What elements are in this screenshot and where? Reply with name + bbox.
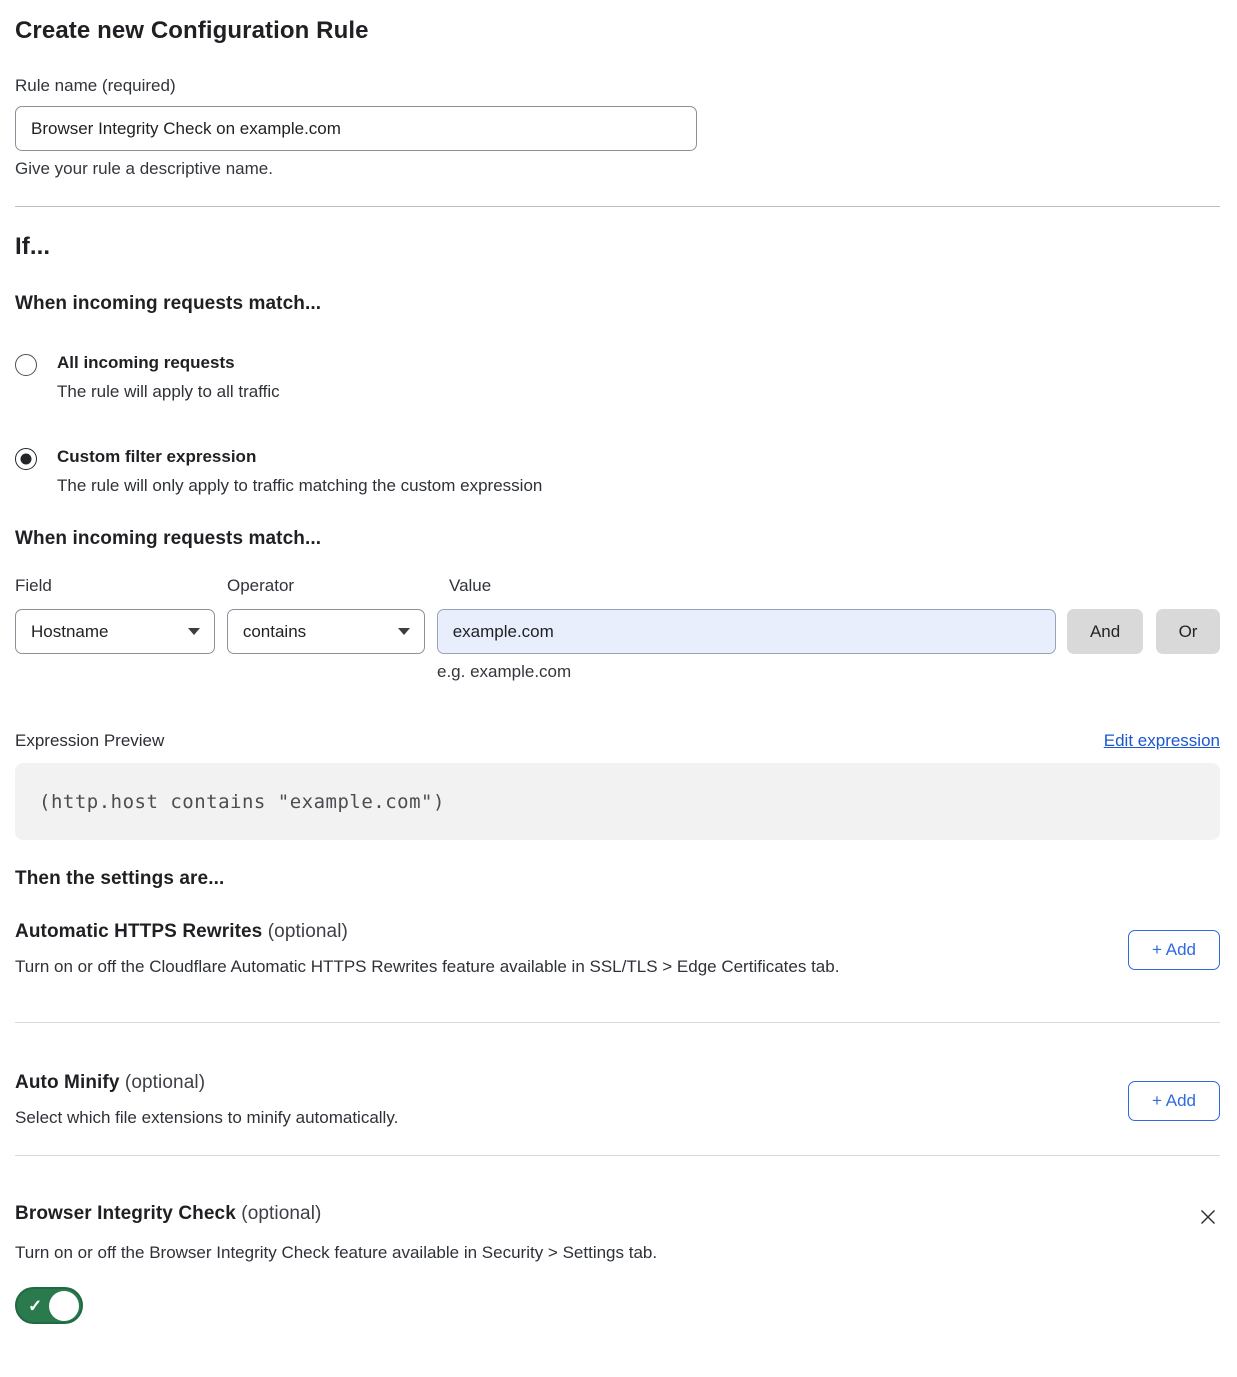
rule-name-input[interactable] bbox=[15, 106, 697, 151]
toggle-knob bbox=[49, 1291, 79, 1321]
chevron-down-icon bbox=[398, 628, 410, 635]
operator-select-value: contains bbox=[243, 622, 306, 642]
radio-option-all-incoming-requests[interactable]: All incoming requests The rule will appl… bbox=[15, 353, 1220, 402]
radio-description: The rule will only apply to traffic matc… bbox=[57, 476, 542, 496]
setting-section-auto-minify: Auto Minify (optional) Select which file… bbox=[15, 1072, 1220, 1156]
field-select[interactable]: Hostname bbox=[15, 609, 215, 654]
or-button[interactable]: Or bbox=[1156, 609, 1220, 654]
setting-title: Automatic HTTPS Rewrites (optional) bbox=[15, 921, 839, 943]
radio-label: All incoming requests bbox=[57, 353, 280, 373]
browser-integrity-check-toggle[interactable]: ✓ bbox=[15, 1287, 83, 1324]
rule-name-group: Rule name (required) Give your rule a de… bbox=[15, 76, 1220, 179]
optional-tag: (optional) bbox=[241, 1203, 321, 1224]
optional-tag: (optional) bbox=[268, 921, 348, 942]
radio-description: The rule will apply to all traffic bbox=[57, 382, 280, 402]
field-select-value: Hostname bbox=[31, 622, 108, 642]
optional-tag: (optional) bbox=[125, 1072, 205, 1093]
setting-title: Auto Minify (optional) bbox=[15, 1072, 398, 1094]
section-divider bbox=[15, 1155, 1220, 1156]
and-button[interactable]: And bbox=[1067, 609, 1143, 654]
operator-select[interactable]: contains bbox=[227, 609, 425, 654]
setting-section-automatic-https-rewrites: Automatic HTTPS Rewrites (optional) Turn… bbox=[15, 921, 1220, 1023]
add-automatic-https-rewrites-button[interactable]: + Add bbox=[1128, 930, 1220, 970]
radio-option-custom-filter-expression[interactable]: Custom filter expression The rule will o… bbox=[15, 447, 1220, 496]
filter-heading: When incoming requests match... bbox=[15, 528, 1220, 550]
chevron-down-icon bbox=[188, 628, 200, 635]
page-title: Create new Configuration Rule bbox=[15, 16, 1220, 46]
add-auto-minify-button[interactable]: + Add bbox=[1128, 1081, 1220, 1121]
match-heading: When incoming requests match... bbox=[15, 293, 1220, 315]
setting-description: Turn on or off the Browser Integrity Che… bbox=[15, 1242, 1220, 1263]
setting-description: Select which file extensions to minify a… bbox=[15, 1107, 398, 1128]
setting-section-browser-integrity-check: Browser Integrity Check (optional) Turn … bbox=[15, 1203, 1220, 1329]
close-icon bbox=[1198, 1207, 1218, 1227]
rule-name-help: Give your rule a descriptive name. bbox=[15, 159, 1220, 179]
filter-expression-row: Hostname contains And Or bbox=[15, 609, 1220, 654]
value-input[interactable] bbox=[437, 609, 1056, 654]
settings-heading: Then the settings are... bbox=[15, 868, 1220, 890]
section-divider bbox=[15, 206, 1220, 207]
radio-button-selected[interactable] bbox=[15, 448, 37, 470]
expression-preview-code: (http.host contains "example.com") bbox=[15, 763, 1220, 840]
section-divider bbox=[15, 1022, 1220, 1023]
setting-title: Browser Integrity Check (optional) bbox=[15, 1203, 321, 1225]
check-icon: ✓ bbox=[28, 1297, 42, 1314]
close-button[interactable] bbox=[1196, 1205, 1220, 1229]
if-heading: If... bbox=[15, 233, 1220, 261]
field-label: Field bbox=[15, 576, 215, 596]
rule-name-label: Rule name (required) bbox=[15, 76, 1220, 96]
operator-label: Operator bbox=[227, 576, 437, 596]
edit-expression-link[interactable]: Edit expression bbox=[1104, 731, 1220, 751]
filter-column-labels: Field Operator Value bbox=[15, 576, 1220, 596]
setting-description: Turn on or off the Cloudflare Automatic … bbox=[15, 956, 839, 977]
value-label: Value bbox=[449, 576, 491, 596]
expression-preview-header: Expression Preview Edit expression bbox=[15, 731, 1220, 751]
radio-button-unselected[interactable] bbox=[15, 354, 37, 376]
create-configuration-rule-form: Create new Configuration Rule Rule name … bbox=[0, 0, 1237, 1329]
expression-preview-label: Expression Preview bbox=[15, 731, 164, 751]
value-help: e.g. example.com bbox=[437, 662, 1220, 682]
radio-label: Custom filter expression bbox=[57, 447, 542, 467]
